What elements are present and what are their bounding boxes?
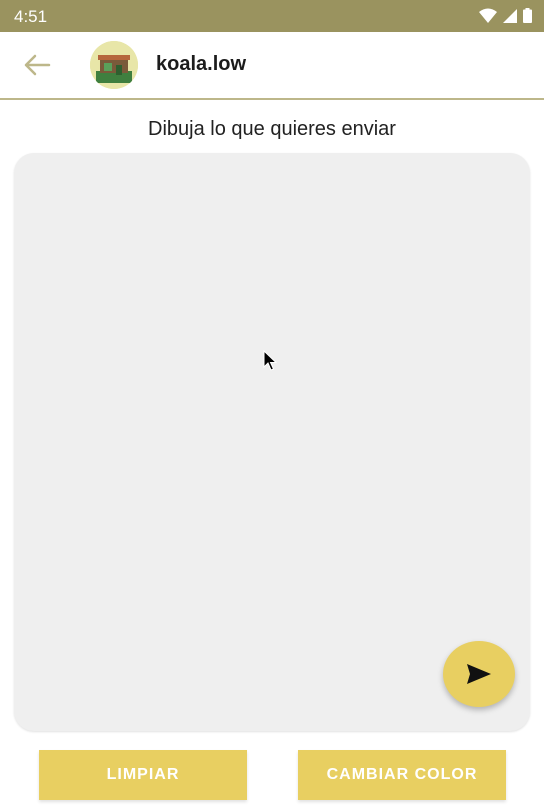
status-time: 4:51 [14,7,48,26]
avatar[interactable] [90,41,138,89]
send-button[interactable] [443,641,515,707]
arrow-left-icon [24,54,51,76]
avatar-image [90,41,138,89]
status-bar: 4:51 [0,0,544,32]
status-icons [479,8,532,23]
send-icon [467,664,491,684]
wifi-icon [479,8,497,23]
change-color-button[interactable]: CAMBIAR COLOR [298,750,506,800]
signal-icon [503,8,517,23]
app-bar: koala.low [0,32,544,100]
drawing-prompt: Dibuja lo que quieres enviar [148,118,396,140]
drawing-canvas[interactable] [14,153,530,731]
clear-button[interactable]: LIMPIAR [39,750,247,800]
username[interactable]: koala.low [156,53,246,76]
mouse-cursor-icon [263,350,278,371]
back-button[interactable] [20,48,54,82]
battery-icon [523,8,532,23]
